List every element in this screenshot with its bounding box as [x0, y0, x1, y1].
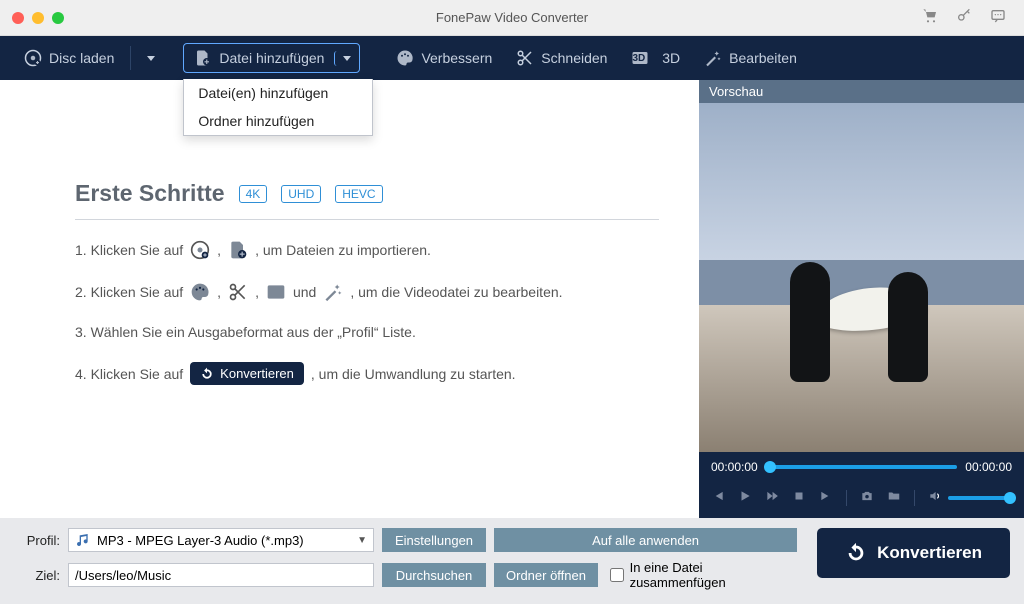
step-4-text-b: , um die Umwandlung zu starten.	[311, 366, 516, 382]
step-3: 3. Wählen Sie ein Ausgabeformat aus der …	[75, 324, 659, 340]
time-end: 00:00:00	[965, 460, 1012, 474]
add-file-dropdown-menu: Datei(en) hinzufügen Ordner hinzufügen	[183, 79, 373, 136]
play-button[interactable]	[738, 489, 752, 506]
merge-label: In eine Datei zusammenfügen	[630, 560, 798, 590]
time-bar: 00:00:00 00:00:00	[699, 452, 1024, 482]
step-3-text: 3. Wählen Sie ein Ausgabeformat aus der …	[75, 324, 416, 340]
cut-label: Schneiden	[541, 50, 607, 66]
register-icon[interactable]	[956, 8, 972, 27]
disc-load-dropdown[interactable]	[137, 51, 165, 66]
store-icon[interactable]	[922, 8, 938, 27]
steps-heading: Erste Schritte	[75, 180, 225, 207]
merge-checkbox-wrap[interactable]: In eine Datei zusammenfügen	[610, 560, 797, 590]
player-controls	[699, 482, 1024, 518]
disc-icon	[190, 240, 210, 260]
minimize-button[interactable]	[32, 12, 44, 24]
three-d-icon	[266, 282, 286, 302]
edit-button[interactable]: Bearbeiten	[694, 44, 807, 72]
scissors-icon	[228, 282, 248, 302]
maximize-button[interactable]	[52, 12, 64, 24]
main-body: Erste Schritte 4K UHD HEVC 1. Klicken Si…	[0, 80, 1024, 518]
open-folder-button[interactable]	[887, 489, 901, 506]
menu-item-add-folder[interactable]: Ordner hinzufügen	[184, 107, 372, 135]
separator	[130, 46, 131, 70]
add-file-dropdown-toggle[interactable]	[334, 51, 359, 66]
step-2: 2. Klicken Sie auf , , und , um die Vide…	[75, 282, 659, 302]
step-1-text-a: 1. Klicken Sie auf	[75, 242, 183, 258]
preview-image	[699, 103, 1024, 452]
step-1-text-b: , um Dateien zu importieren.	[255, 242, 431, 258]
bottom-panel: Profil: MP3 - MPEG Layer-3 Audio (*.mp3)…	[0, 518, 1024, 604]
chip-hevc: HEVC	[335, 185, 382, 203]
feedback-icon[interactable]	[990, 8, 1006, 27]
cut-button[interactable]: Schneiden	[506, 44, 617, 72]
close-button[interactable]	[12, 12, 24, 24]
disc-load-button[interactable]: Disc laden	[14, 44, 124, 72]
rotate-icon	[845, 542, 867, 564]
preview-panel: Vorschau 00:00:00 00:00:00	[699, 80, 1024, 518]
main-toolbar: Disc laden Datei hinzufügen Datei(en) hi…	[0, 36, 1024, 80]
wand-icon	[704, 49, 722, 67]
palette-icon	[396, 49, 414, 67]
add-file-icon	[194, 49, 212, 67]
chip-4k: 4K	[239, 185, 268, 203]
step-4-text-a: 4. Klicken Sie auf	[75, 366, 183, 382]
add-file-split-button: Datei hinzufügen	[183, 43, 360, 73]
step-4: 4. Klicken Sie auf Konvertieren , um die…	[75, 362, 659, 385]
convert-label: Konvertieren	[877, 543, 982, 563]
step-2-text-b: , um die Videodatei zu bearbeiten.	[350, 284, 562, 300]
prev-button[interactable]	[711, 489, 725, 506]
scissors-icon	[516, 49, 534, 67]
dest-label: Ziel:	[14, 568, 60, 583]
step-1: 1. Klicken Sie auf , , um Dateien zu imp…	[75, 240, 659, 260]
window-controls	[0, 12, 64, 24]
add-file-button[interactable]: Datei hinzufügen	[184, 44, 334, 72]
wand-icon	[323, 282, 343, 302]
preview-header: Vorschau	[699, 80, 1024, 103]
mini-convert-label: Konvertieren	[220, 366, 294, 381]
next-button[interactable]	[819, 489, 833, 506]
open-output-folder-button[interactable]: Ordner öffnen	[494, 563, 598, 587]
add-file-label: Datei hinzufügen	[219, 50, 324, 66]
apply-all-button[interactable]: Auf alle anwenden	[494, 528, 797, 552]
titlebar: FonePaw Video Converter	[0, 0, 1024, 36]
music-icon	[75, 532, 91, 548]
volume-icon[interactable]	[928, 489, 942, 506]
enhance-label: Verbessern	[421, 50, 492, 66]
divider	[75, 219, 659, 220]
volume-slider[interactable]	[948, 496, 1012, 500]
add-file-icon	[228, 240, 248, 260]
browse-button[interactable]: Durchsuchen	[382, 563, 486, 587]
dest-input[interactable]: /Users/leo/Music	[68, 563, 374, 587]
step-2-text-a: 2. Klicken Sie auf	[75, 284, 183, 300]
disc-load-label: Disc laden	[49, 50, 114, 66]
settings-button[interactable]: Einstellungen	[382, 528, 486, 552]
stop-button[interactable]	[792, 489, 806, 506]
profile-value: MP3 - MPEG Layer-3 Audio (*.mp3)	[97, 533, 304, 548]
step-2-and: und	[293, 284, 316, 300]
convert-button[interactable]: Konvertieren	[817, 528, 1010, 578]
dest-value: /Users/leo/Music	[75, 568, 171, 583]
enhance-button[interactable]: Verbessern	[386, 44, 502, 72]
menu-item-add-files[interactable]: Datei(en) hinzufügen	[184, 79, 372, 107]
edit-label: Bearbeiten	[729, 50, 797, 66]
disc-icon	[24, 49, 42, 67]
merge-checkbox[interactable]	[610, 568, 624, 582]
profile-select[interactable]: MP3 - MPEG Layer-3 Audio (*.mp3) ▼	[68, 528, 374, 552]
getting-started-pane: Erste Schritte 4K UHD HEVC 1. Klicken Si…	[0, 80, 699, 518]
app-title: FonePaw Video Converter	[0, 10, 1024, 25]
profile-label: Profil:	[14, 533, 60, 548]
mini-convert-button: Konvertieren	[190, 362, 304, 385]
palette-icon	[190, 282, 210, 302]
seek-slider[interactable]	[766, 465, 958, 469]
three-d-label: 3D	[662, 50, 680, 66]
snapshot-button[interactable]	[860, 489, 874, 506]
three-d-button[interactable]: 3D 3D	[621, 44, 690, 72]
chip-uhd: UHD	[281, 185, 321, 203]
rotate-icon	[200, 367, 214, 381]
time-start: 00:00:00	[711, 460, 758, 474]
fast-forward-button[interactable]	[765, 489, 779, 506]
